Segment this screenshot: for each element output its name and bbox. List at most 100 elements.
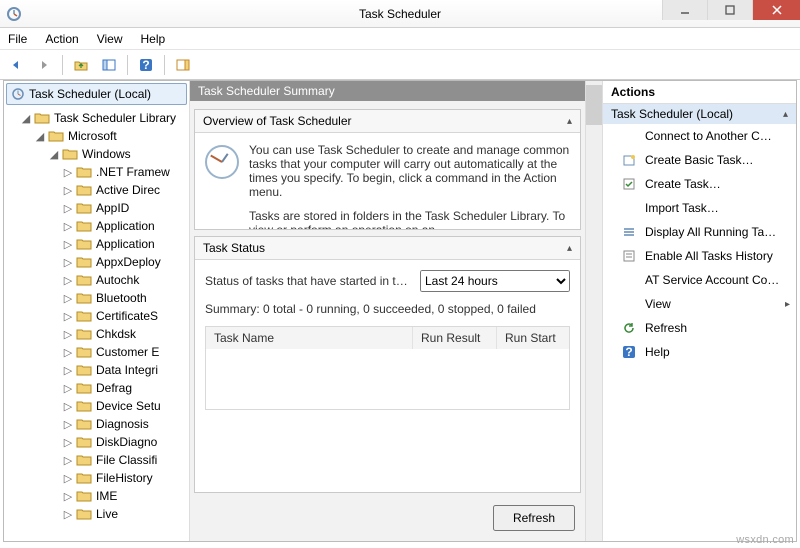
computer-icon: [621, 128, 637, 144]
show-hide-action-pane-button[interactable]: [171, 53, 195, 77]
tree-item[interactable]: ▷Defrag: [62, 379, 189, 397]
tree-label: IME: [94, 489, 119, 503]
collapse-icon[interactable]: ◢: [20, 112, 32, 125]
tree-label: Customer E: [94, 345, 161, 359]
tree-item[interactable]: ▷Autochk: [62, 271, 189, 289]
expand-icon[interactable]: ▷: [62, 508, 74, 521]
tree-item[interactable]: ▷ Application: [62, 217, 189, 235]
tree-item[interactable]: ▷ IME: [62, 487, 189, 505]
expand-icon[interactable]: ▷: [62, 436, 74, 449]
expand-icon[interactable]: ▷: [62, 400, 74, 413]
tree-item[interactable]: ▷Active Direc: [62, 181, 189, 199]
help-button[interactable]: ?: [134, 53, 158, 77]
action-refresh[interactable]: Refresh: [603, 316, 796, 340]
tree-item[interactable]: ▷FileHistory: [62, 469, 189, 487]
expand-icon[interactable]: ▷: [62, 310, 74, 323]
expand-icon[interactable]: ▷: [62, 202, 74, 215]
action-at-service[interactable]: AT Service Account Co…: [603, 268, 796, 292]
action-enable-history[interactable]: Enable All Tasks History: [603, 244, 796, 268]
up-folder-button[interactable]: [69, 53, 93, 77]
console-tree: Task Scheduler (Local) ◢ Task Scheduler …: [4, 81, 190, 541]
toolbar-separator: [164, 55, 165, 75]
tree-item[interactable]: ▷.NET Framew: [62, 163, 189, 181]
menu-view[interactable]: View: [95, 30, 125, 48]
tree-label: Chkdsk: [94, 327, 138, 341]
actions-group-header[interactable]: Task Scheduler (Local) ▴: [603, 104, 796, 124]
tree-item[interactable]: ▷DiskDiagno: [62, 433, 189, 451]
col-task-name[interactable]: Task Name: [206, 327, 413, 349]
svg-text:?: ?: [142, 58, 149, 72]
expand-icon[interactable]: ▷: [62, 184, 74, 197]
collapse-icon[interactable]: ◢: [48, 148, 60, 161]
col-run-result[interactable]: Run Result: [413, 327, 497, 349]
title-bar: Task Scheduler: [0, 0, 800, 28]
maximize-button[interactable]: [707, 0, 752, 20]
overview-text: Tasks are stored in folders in the Task …: [249, 209, 570, 229]
collapse-icon[interactable]: ◢: [34, 130, 46, 143]
tree-item-microsoft[interactable]: ◢ Microsoft: [34, 127, 189, 145]
expand-icon[interactable]: ▷: [62, 364, 74, 377]
menu-file[interactable]: File: [6, 30, 29, 48]
tree-item-windows[interactable]: ◢ Windows: [48, 145, 189, 163]
action-label: Create Task…: [645, 177, 721, 191]
tree-label: Task Scheduler Library: [52, 111, 178, 125]
task-icon: [621, 176, 637, 192]
menu-help[interactable]: Help: [139, 30, 168, 48]
expand-icon[interactable]: ▷: [62, 220, 74, 233]
status-table: Task Name Run Result Run Start: [205, 326, 570, 410]
vertical-scrollbar[interactable]: [585, 81, 602, 541]
action-view[interactable]: View ▸: [603, 292, 796, 316]
expand-icon[interactable]: ▷: [62, 274, 74, 287]
tree-label: CertificateS: [94, 309, 160, 323]
action-label: View: [645, 297, 777, 311]
tree-label: File Classifi: [94, 453, 159, 467]
tree-item[interactable]: ▷ File Classifi: [62, 451, 189, 469]
menu-action[interactable]: Action: [43, 30, 80, 48]
back-button[interactable]: [4, 53, 28, 77]
action-help[interactable]: ? Help: [603, 340, 796, 364]
show-hide-tree-button[interactable]: [97, 53, 121, 77]
refresh-button[interactable]: Refresh: [493, 505, 575, 531]
tree-label: Application: [94, 219, 157, 233]
action-create-task[interactable]: Create Task…: [603, 172, 796, 196]
expand-icon[interactable]: ▷: [62, 346, 74, 359]
action-import-task[interactable]: Import Task…: [603, 196, 796, 220]
overview-panel: Overview of Task Scheduler ▴ You can use…: [194, 109, 581, 230]
expand-icon[interactable]: ▷: [62, 256, 74, 269]
expand-icon[interactable]: ▷: [62, 490, 74, 503]
tree-item[interactable]: ▷Application: [62, 235, 189, 253]
expand-icon[interactable]: ▷: [62, 472, 74, 485]
tree-item[interactable]: ▷AppID: [62, 199, 189, 217]
tree-item[interactable]: ▷ CertificateS: [62, 307, 189, 325]
tree-item[interactable]: ▷ Customer E: [62, 343, 189, 361]
forward-button[interactable]: [32, 53, 56, 77]
expand-icon[interactable]: ▷: [62, 166, 74, 179]
collapse-icon[interactable]: ▴: [567, 116, 572, 127]
close-button[interactable]: [752, 0, 800, 20]
tree-item[interactable]: ▷Device Setu: [62, 397, 189, 415]
tree-item[interactable]: ▷Bluetooth: [62, 289, 189, 307]
expand-icon[interactable]: ▷: [62, 292, 74, 305]
action-connect[interactable]: Connect to Another C…: [603, 124, 796, 148]
expand-icon[interactable]: ▷: [62, 382, 74, 395]
tree-root[interactable]: Task Scheduler (Local): [6, 83, 187, 105]
minimize-button[interactable]: [662, 0, 707, 20]
action-create-basic-task[interactable]: Create Basic Task…: [603, 148, 796, 172]
tree-item[interactable]: ▷Live: [62, 505, 189, 523]
expand-icon[interactable]: ▷: [62, 418, 74, 431]
tree-item[interactable]: ▷AppxDeploy: [62, 253, 189, 271]
tree-item-library[interactable]: ◢ Task Scheduler Library: [20, 109, 189, 127]
expand-icon[interactable]: ▷: [62, 454, 74, 467]
tree-item[interactable]: ▷ Chkdsk: [62, 325, 189, 343]
task-status-panel: Task Status ▴ Status of tasks that have …: [194, 236, 581, 493]
expand-icon[interactable]: ▷: [62, 328, 74, 341]
list-icon: [621, 224, 637, 240]
tree-item[interactable]: ▷Data Integri: [62, 361, 189, 379]
tree-item[interactable]: ▷ Diagnosis: [62, 415, 189, 433]
tree-label: Diagnosis: [94, 417, 151, 431]
status-period-select[interactable]: Last 24 hours: [420, 270, 570, 292]
expand-icon[interactable]: ▷: [62, 238, 74, 251]
collapse-icon[interactable]: ▴: [567, 243, 572, 254]
action-display-running[interactable]: Display All Running Ta…: [603, 220, 796, 244]
col-run-start[interactable]: Run Start: [497, 327, 569, 349]
